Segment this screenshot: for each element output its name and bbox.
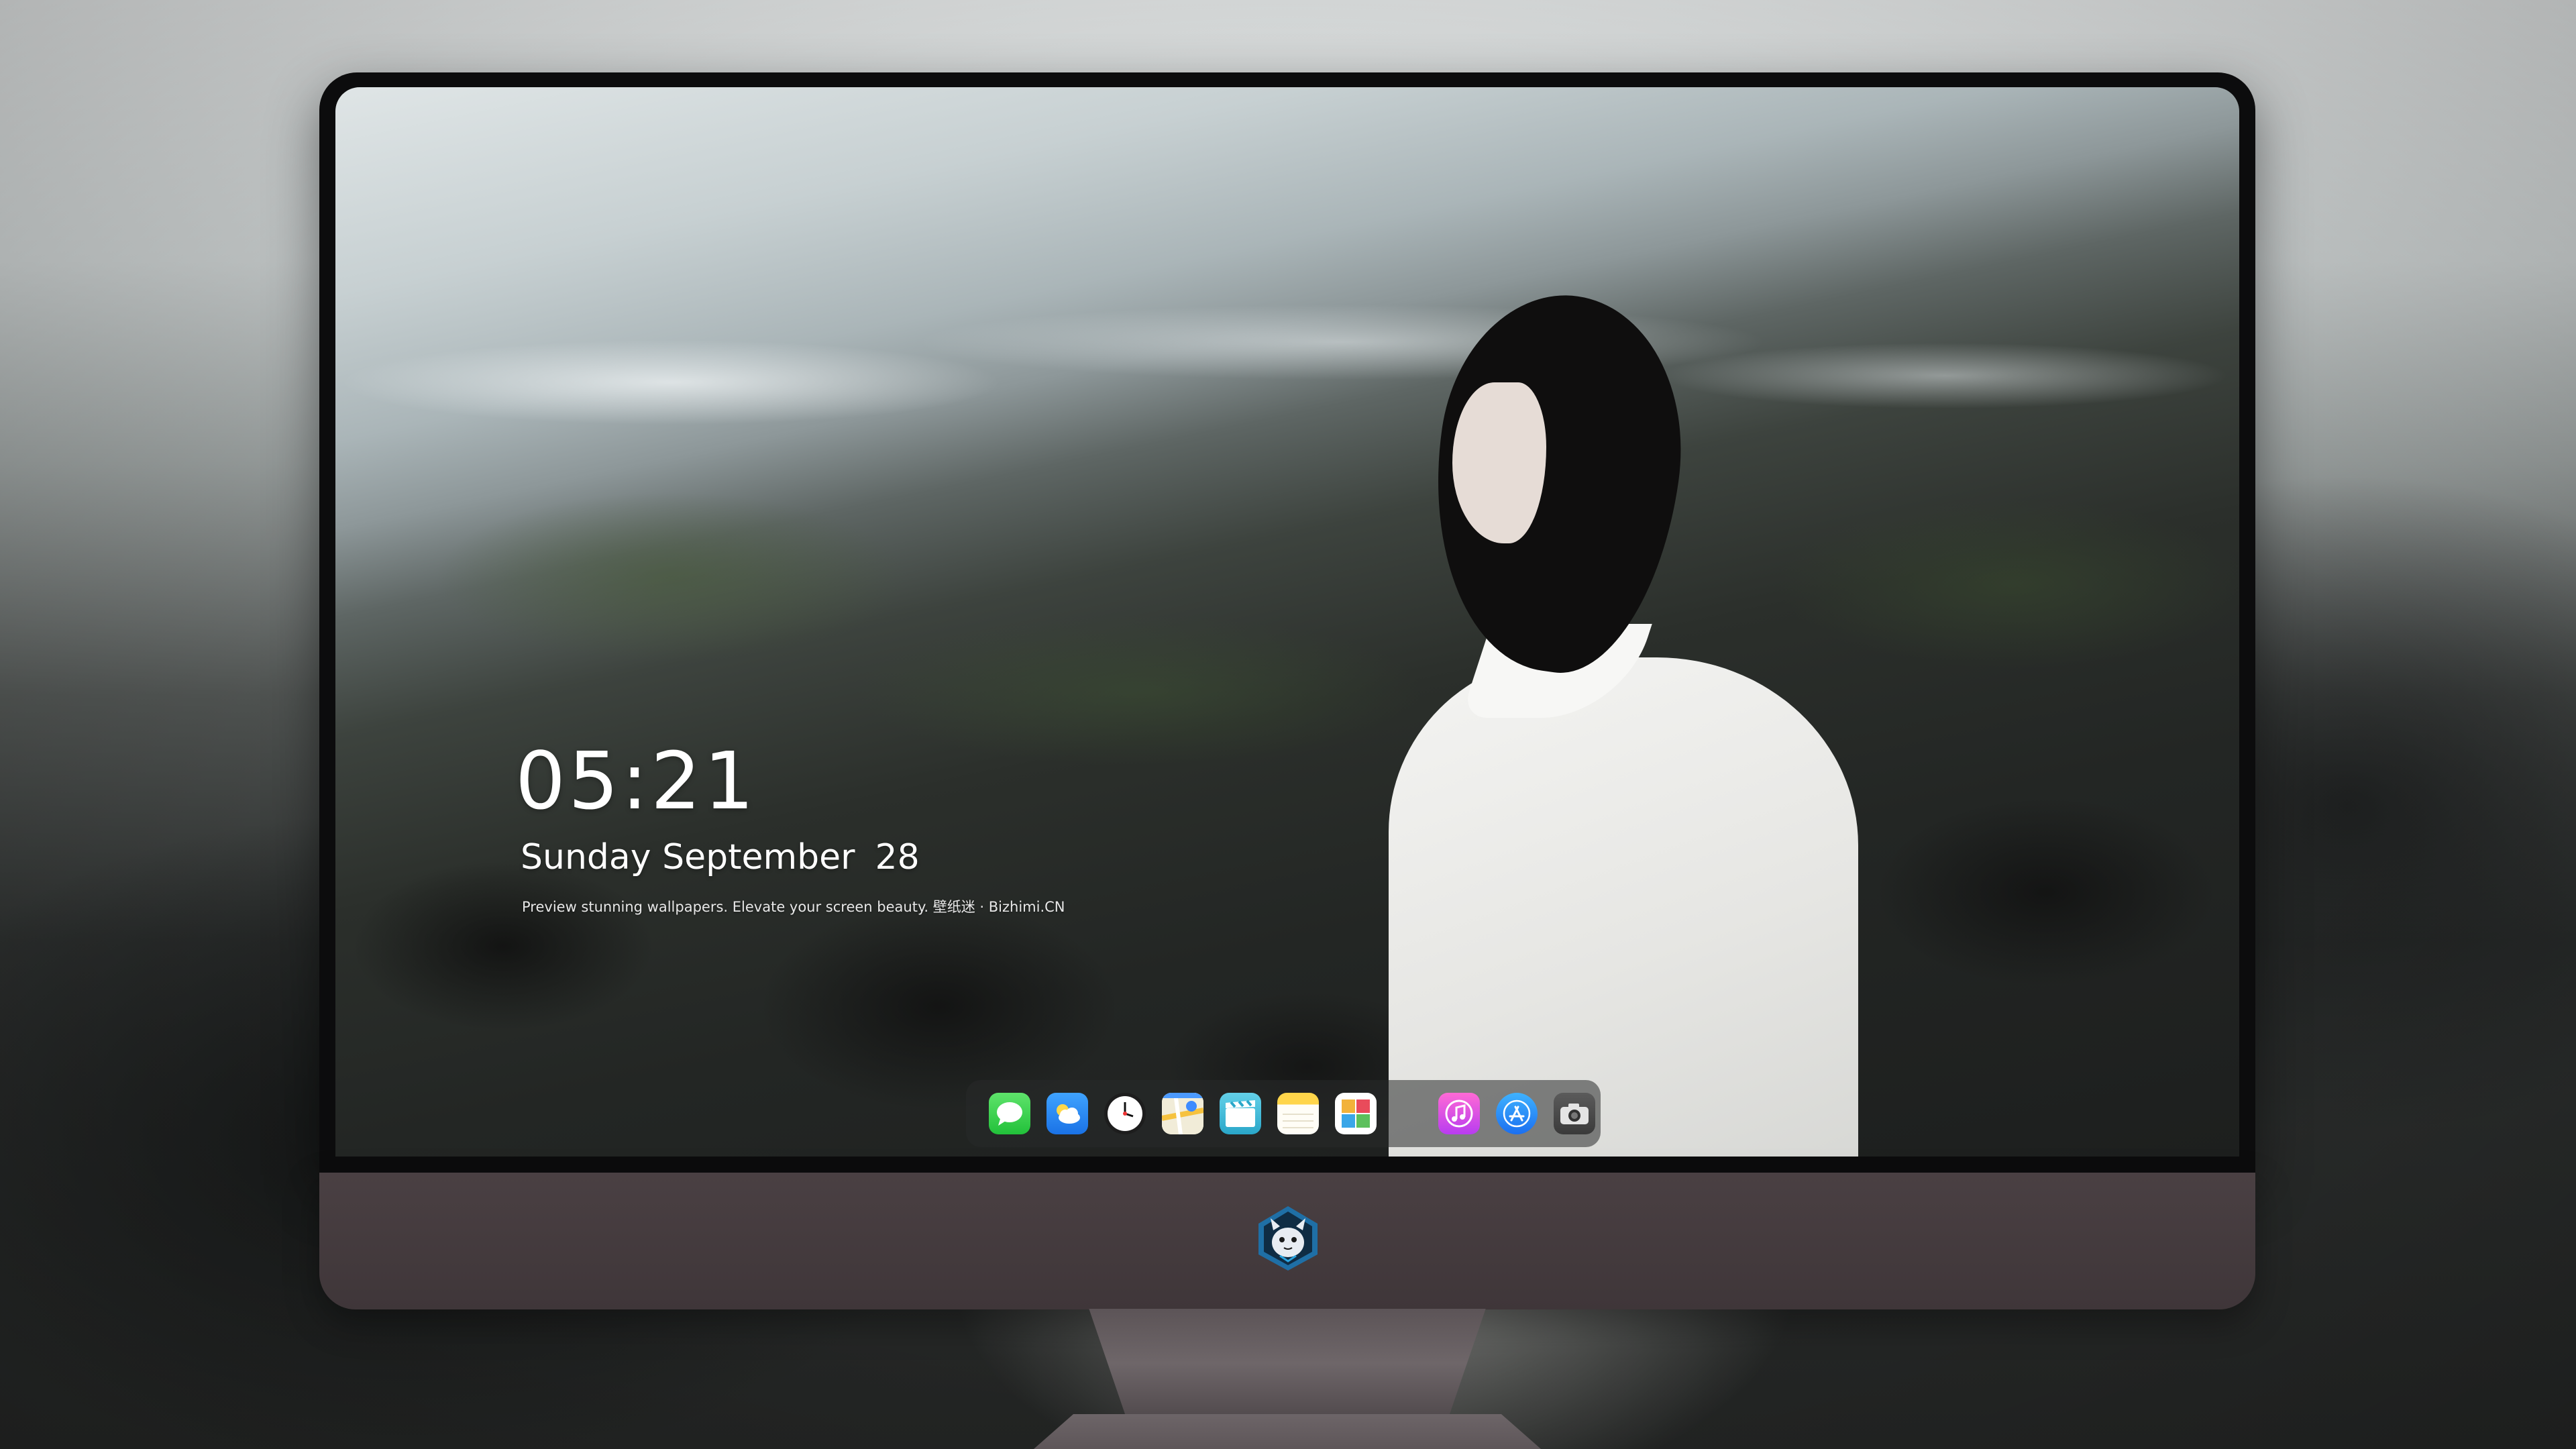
dock bbox=[966, 1080, 1601, 1147]
lock-clock: 05:21 bbox=[515, 735, 757, 827]
bizhimi-mascot-logo bbox=[1258, 1206, 1318, 1271]
lock-date: Sunday September 28 bbox=[521, 840, 920, 875]
weather-icon[interactable] bbox=[1046, 1093, 1088, 1134]
camera-icon[interactable] bbox=[1554, 1093, 1595, 1134]
lock-date-day: 28 bbox=[875, 837, 920, 877]
lock-date-weekday-month: Sunday September bbox=[521, 837, 855, 877]
maps-icon[interactable] bbox=[1162, 1093, 1203, 1134]
monitor-bezel: 05:21 Sunday September 28 Preview stunnin… bbox=[319, 72, 2255, 1173]
lock-screen[interactable]: 05:21 Sunday September 28 Preview stunnin… bbox=[335, 87, 2239, 1157]
clock-icon[interactable] bbox=[1104, 1093, 1146, 1134]
messages-icon[interactable] bbox=[989, 1093, 1030, 1134]
desktop-scene: 05:21 Sunday September 28 Preview stunnin… bbox=[0, 0, 2576, 1449]
music-icon[interactable] bbox=[1438, 1093, 1480, 1134]
monitor-stand-base bbox=[990, 1414, 1585, 1449]
monitor-stand-neck bbox=[1089, 1309, 1486, 1430]
wallpaper-tagline: Preview stunning wallpapers. Elevate you… bbox=[522, 899, 1065, 915]
monitor: 05:21 Sunday September 28 Preview stunnin… bbox=[319, 72, 2255, 1449]
photos-icon[interactable] bbox=[1335, 1093, 1377, 1134]
notes-icon[interactable] bbox=[1277, 1093, 1319, 1134]
app-store-icon[interactable] bbox=[1496, 1093, 1538, 1134]
clips-icon[interactable] bbox=[1220, 1093, 1261, 1134]
